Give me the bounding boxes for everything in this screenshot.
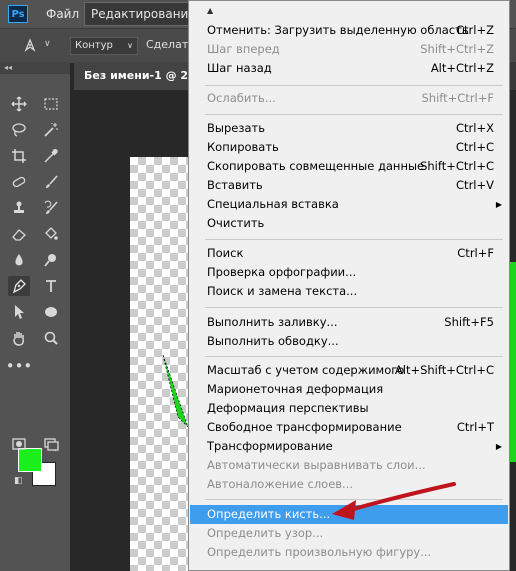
tools-panel: ◂◂ ••• ◧ xyxy=(0,62,70,571)
menu-item-define-brush[interactable]: Определить кисть... xyxy=(190,505,508,524)
blur-tool-icon[interactable] xyxy=(8,250,30,270)
menu-item-step-forward[interactable]: Шаг вперед Shift+Ctrl+Z xyxy=(190,40,508,59)
chevron-down-icon: ∨ xyxy=(127,41,133,50)
scroll-up-icon[interactable]: ▲ xyxy=(207,6,213,15)
menu-item-paste[interactable]: Вставить Ctrl+V xyxy=(190,176,508,195)
menu-item-auto-blend-layers[interactable]: Автоналожение слоев... xyxy=(190,475,508,494)
submenu-arrow-icon: ▶ xyxy=(495,442,502,451)
menu-item-fill[interactable]: Выполнить заливку... Shift+F5 xyxy=(190,313,508,332)
submenu-arrow-icon: ▶ xyxy=(495,200,502,209)
eyedropper-tool-icon[interactable] xyxy=(40,146,62,166)
menu-item-fade[interactable]: Ослабить... Shift+Ctrl+F xyxy=(190,89,508,108)
chevron-down-icon[interactable]: ∨ xyxy=(44,39,51,49)
green-shape-edge xyxy=(509,262,516,462)
path-selection-tool-icon[interactable] xyxy=(8,302,30,322)
menu-item-cut[interactable]: Вырезать Ctrl+X xyxy=(190,119,508,138)
menu-item-spell-check[interactable]: Проверка орфографии... xyxy=(190,263,508,282)
menu-separator xyxy=(205,356,503,357)
menu-separator xyxy=(205,307,503,308)
menu-item-undo[interactable]: Отменить: Загрузить выделенную область C… xyxy=(190,21,508,40)
menu-item-define-pattern[interactable]: Определить узор... xyxy=(190,524,508,543)
edit-menu-dropdown: ▲ Отменить: Загрузить выделенную область… xyxy=(188,0,510,571)
menu-item-free-transform[interactable]: Свободное трансформирование Ctrl+T xyxy=(190,418,508,437)
brush-tool-icon[interactable] xyxy=(40,172,62,192)
menu-separator xyxy=(205,114,503,115)
menu-item-copy[interactable]: Копировать Ctrl+C xyxy=(190,138,508,157)
menu-item-puppet-warp[interactable]: Марионеточная деформация xyxy=(190,380,508,399)
path-mode-select[interactable]: Контур ∨ xyxy=(70,37,138,55)
more-tools-icon[interactable]: ••• xyxy=(6,356,33,376)
menu-file[interactable]: Файл xyxy=(46,0,79,28)
menu-item-content-aware-scale[interactable]: Масштаб с учетом содержимого Alt+Shift+C… xyxy=(190,361,508,380)
menu-edit[interactable]: Редактирование xyxy=(84,2,203,26)
pen-tool-preset-icon[interactable] xyxy=(20,35,42,55)
quick-mask-icon[interactable] xyxy=(8,434,30,454)
zoom-tool-icon[interactable] xyxy=(40,328,62,348)
type-tool-icon[interactable] xyxy=(40,276,62,296)
hand-tool-icon[interactable] xyxy=(8,328,30,348)
menu-separator xyxy=(205,85,503,86)
dodge-tool-icon[interactable] xyxy=(40,250,62,270)
default-colors-icon[interactable]: ◧ xyxy=(14,476,23,486)
pen-tool-icon[interactable] xyxy=(8,276,30,296)
menu-item-auto-align-layers[interactable]: Автоматически выравнивать слои... xyxy=(190,456,508,475)
menu-item-define-custom-shape[interactable]: Определить произвольную фигуру... xyxy=(190,543,508,562)
photoshop-logo: Ps xyxy=(8,5,28,23)
menu-item-paste-special[interactable]: Специальная вставка ▶ xyxy=(190,195,508,214)
move-tool-icon[interactable] xyxy=(8,94,30,114)
lasso-tool-icon[interactable] xyxy=(8,120,30,140)
menu-item-find-replace[interactable]: Поиск и замена текста... xyxy=(190,282,508,301)
magic-wand-tool-icon[interactable] xyxy=(40,120,62,140)
menu-item-clear[interactable]: Очистить xyxy=(190,214,508,233)
screen-mode-icon[interactable] xyxy=(40,434,62,454)
collapse-icon[interactable]: ◂◂ xyxy=(0,62,70,74)
menu-item-search[interactable]: Поиск Ctrl+F xyxy=(190,244,508,263)
menu-item-transform[interactable]: Трансформирование ▶ xyxy=(190,437,508,456)
path-mode-value: Контур xyxy=(75,40,113,51)
menu-separator xyxy=(205,239,503,240)
crop-tool-icon[interactable] xyxy=(8,146,30,166)
ellipse-tool-icon[interactable] xyxy=(40,302,62,322)
menu-item-copy-merged[interactable]: Скопировать совмещенные данные Shift+Ctr… xyxy=(190,157,508,176)
clone-stamp-tool-icon[interactable] xyxy=(8,198,30,218)
menu-separator xyxy=(205,499,503,500)
eraser-tool-icon[interactable] xyxy=(8,224,30,244)
menu-item-step-backward[interactable]: Шаг назад Alt+Ctrl+Z xyxy=(190,59,508,78)
healing-brush-tool-icon[interactable] xyxy=(8,172,30,192)
menu-item-perspective-warp[interactable]: Деформация перспективы xyxy=(190,399,508,418)
marquee-tool-icon[interactable] xyxy=(40,94,62,114)
paint-bucket-tool-icon[interactable] xyxy=(40,224,62,244)
menu-item-stroke[interactable]: Выполнить обводку... xyxy=(190,332,508,351)
history-brush-tool-icon[interactable] xyxy=(40,198,62,218)
